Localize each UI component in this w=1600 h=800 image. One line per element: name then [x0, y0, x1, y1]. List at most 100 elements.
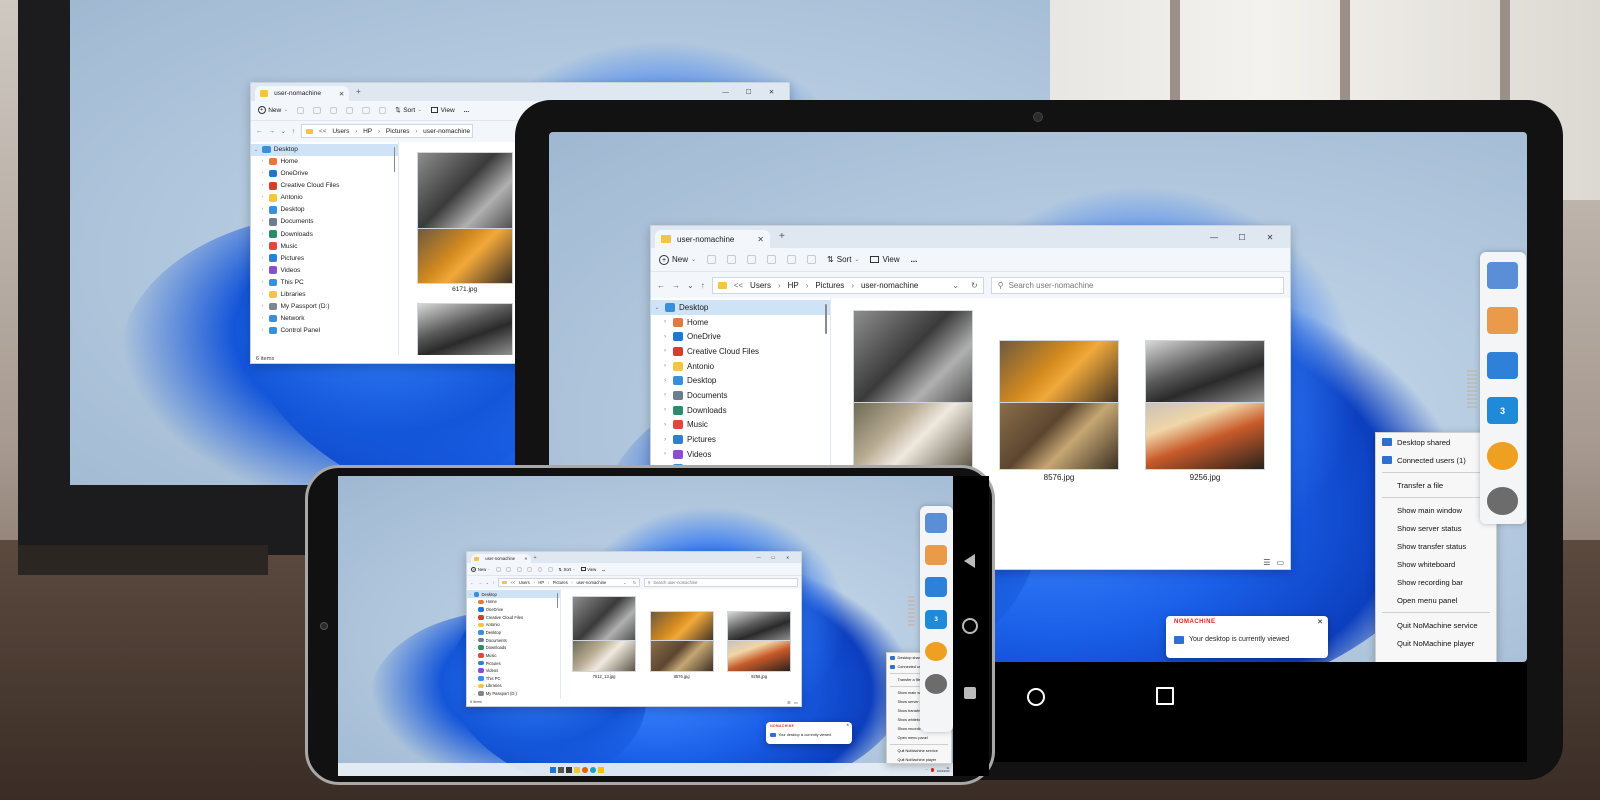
chevron-right-icon[interactable]: ›	[259, 328, 266, 333]
menu-item[interactable]: Show main window	[1376, 501, 1496, 519]
nav-item[interactable]: › Creative Cloud Files	[467, 613, 560, 621]
chevron-down-icon[interactable]: ⌄	[653, 304, 661, 311]
nav-item[interactable]: › Creative Cloud Files	[651, 344, 830, 359]
chevron-right-icon[interactable]: ›	[472, 623, 476, 627]
forward-arrow-icon[interactable]: →	[268, 128, 275, 135]
forward-arrow-icon[interactable]: →	[672, 281, 680, 290]
tiles-view-icon[interactable]: ▭	[1276, 558, 1284, 567]
chevron-right-icon[interactable]: ›	[472, 638, 476, 642]
up-arrow-icon[interactable]: ↑	[701, 281, 705, 290]
menu-item[interactable]: Show server status	[1376, 519, 1496, 537]
close-icon[interactable]: ✕	[780, 552, 795, 563]
search-input[interactable]: ⚲ Search user-nomachine	[990, 276, 1284, 294]
nav-item[interactable]: › Downloads	[467, 644, 560, 652]
chevron-right-icon[interactable]: ›	[472, 684, 476, 688]
start-icon[interactable]	[550, 767, 557, 774]
nav-item[interactable]: › Control Panel	[251, 324, 398, 336]
nav-item[interactable]: › Antonio	[467, 621, 560, 629]
copy-icon[interactable]	[727, 255, 737, 264]
cut-icon[interactable]	[707, 255, 717, 264]
task-view-icon[interactable]	[566, 767, 572, 774]
chevron-down-icon[interactable]: ⌄	[468, 592, 472, 596]
touch-mouse-icon[interactable]	[1486, 306, 1519, 335]
forward-arrow-icon[interactable]: →	[478, 580, 482, 585]
view-button[interactable]: View	[580, 567, 596, 572]
up-arrow-icon[interactable]: ↑	[493, 580, 495, 585]
search-icon[interactable]	[558, 767, 565, 774]
rename-icon[interactable]	[346, 106, 354, 115]
nav-item[interactable]: › Libraries	[251, 288, 398, 300]
chevron-right-icon[interactable]: ›	[472, 615, 476, 619]
close-icon[interactable]: ✕	[1256, 226, 1284, 248]
tiles-view-icon[interactable]: ▭	[794, 700, 798, 705]
clock[interactable]: 21 22/02/2023	[937, 767, 950, 773]
chevron-right-icon[interactable]: ›	[661, 348, 669, 354]
close-tab-icon[interactable]: ✕	[524, 556, 527, 561]
chevron-right-icon[interactable]: ›	[259, 316, 266, 321]
nav-item[interactable]: › Music	[467, 652, 560, 660]
new-button[interactable]: + New ⌄	[257, 106, 288, 115]
nav-item[interactable]: › Desktop	[251, 204, 398, 216]
chevron-right-icon[interactable]: ›	[472, 692, 476, 696]
sidebar-grip[interactable]	[1467, 370, 1477, 410]
zoom-in-icon[interactable]	[924, 577, 948, 597]
settings-gear-icon[interactable]	[924, 641, 948, 662]
details-view-icon[interactable]: ☰	[787, 700, 791, 705]
delete-icon[interactable]	[378, 106, 387, 115]
chevron-right-icon[interactable]: ›	[259, 256, 266, 261]
address-dropdown-icon[interactable]: ⌄	[623, 580, 626, 585]
nav-item[interactable]: › Videos	[651, 447, 830, 462]
sort-button[interactable]: ⇅ Sort ⌄	[558, 567, 575, 572]
nav-scrollbar[interactable]	[393, 146, 396, 172]
chevron-right-icon[interactable]: ›	[259, 292, 266, 297]
address-bar[interactable]: << Users › HP › Pictures › user-nomachine ⌄ ↻	[498, 578, 640, 588]
breadcrumb-item[interactable]: Pictures	[553, 580, 568, 585]
sticky-notes-icon[interactable]	[597, 767, 604, 774]
nav-item[interactable]: › Music	[651, 418, 830, 433]
nav-item[interactable]: ⌄ Desktop	[651, 300, 830, 315]
chevron-right-icon[interactable]: ›	[259, 268, 266, 273]
nav-item[interactable]: › Downloads	[651, 403, 830, 418]
breadcrumb-item[interactable]: user-nomachine	[576, 580, 606, 585]
tray-overflow-icon[interactable]: ⌃	[926, 769, 928, 772]
breadcrumb-item[interactable]: Pictures	[386, 128, 410, 135]
menu-item[interactable]: Quit NoMachine service	[1376, 616, 1496, 634]
tab-user-nomachine[interactable]: user-nomachine ✕	[471, 554, 531, 564]
chevron-right-icon[interactable]: ›	[661, 378, 669, 384]
more-options-icon[interactable]: ...	[602, 567, 605, 572]
chevron-down-icon[interactable]: ⌄	[253, 147, 260, 153]
chevron-right-icon[interactable]: ›	[472, 608, 476, 612]
file-thumbnail[interactable]: 8576.jpg	[999, 402, 1119, 482]
close-icon[interactable]: ✕	[846, 723, 849, 727]
maximize-icon[interactable]: ☐	[737, 83, 760, 101]
nav-item[interactable]: › Music	[251, 240, 398, 252]
copy-icon[interactable]	[313, 106, 321, 115]
nav-item[interactable]: ⌄ Desktop	[251, 143, 398, 156]
minimize-icon[interactable]: —	[1200, 226, 1228, 248]
view-button[interactable]: View	[870, 255, 900, 264]
nav-item[interactable]: › Antonio	[251, 192, 398, 204]
chevron-right-icon[interactable]: ›	[661, 392, 669, 398]
nomachine-tray-icon[interactable]	[930, 768, 934, 772]
chevron-right-icon[interactable]: ›	[472, 600, 476, 604]
chevron-right-icon[interactable]: ›	[259, 304, 266, 309]
breadcrumb-item[interactable]: HP	[538, 580, 544, 585]
file-thumbnail[interactable]: 9256.jpg	[1145, 402, 1265, 482]
delete-icon[interactable]	[548, 566, 553, 572]
recent-chevron-icon[interactable]: ⌄	[486, 580, 489, 585]
breadcrumb-overflow[interactable]: <<	[510, 580, 515, 585]
chevron-right-icon[interactable]: ›	[259, 280, 266, 285]
address-dropdown-icon[interactable]: ⌄	[952, 281, 959, 290]
nav-item[interactable]: › Network	[251, 312, 398, 324]
chevron-right-icon[interactable]: ›	[661, 451, 669, 457]
nav-item[interactable]: › OneDrive	[467, 606, 560, 614]
file-thumbnail[interactable]: 8576.jpg	[649, 640, 714, 679]
chevron-right-icon[interactable]: ›	[661, 334, 669, 340]
breadcrumb-item[interactable]: HP	[363, 128, 372, 135]
nav-scrollbar[interactable]	[557, 592, 559, 609]
chevron-right-icon[interactable]: ›	[661, 422, 669, 428]
file-thumbnail[interactable]: 6966.jpg	[416, 303, 513, 355]
android-home-button[interactable]	[1156, 687, 1174, 705]
menu-item[interactable]: Connected users (1)	[1376, 451, 1496, 469]
nav-item[interactable]: › OneDrive	[251, 168, 398, 180]
